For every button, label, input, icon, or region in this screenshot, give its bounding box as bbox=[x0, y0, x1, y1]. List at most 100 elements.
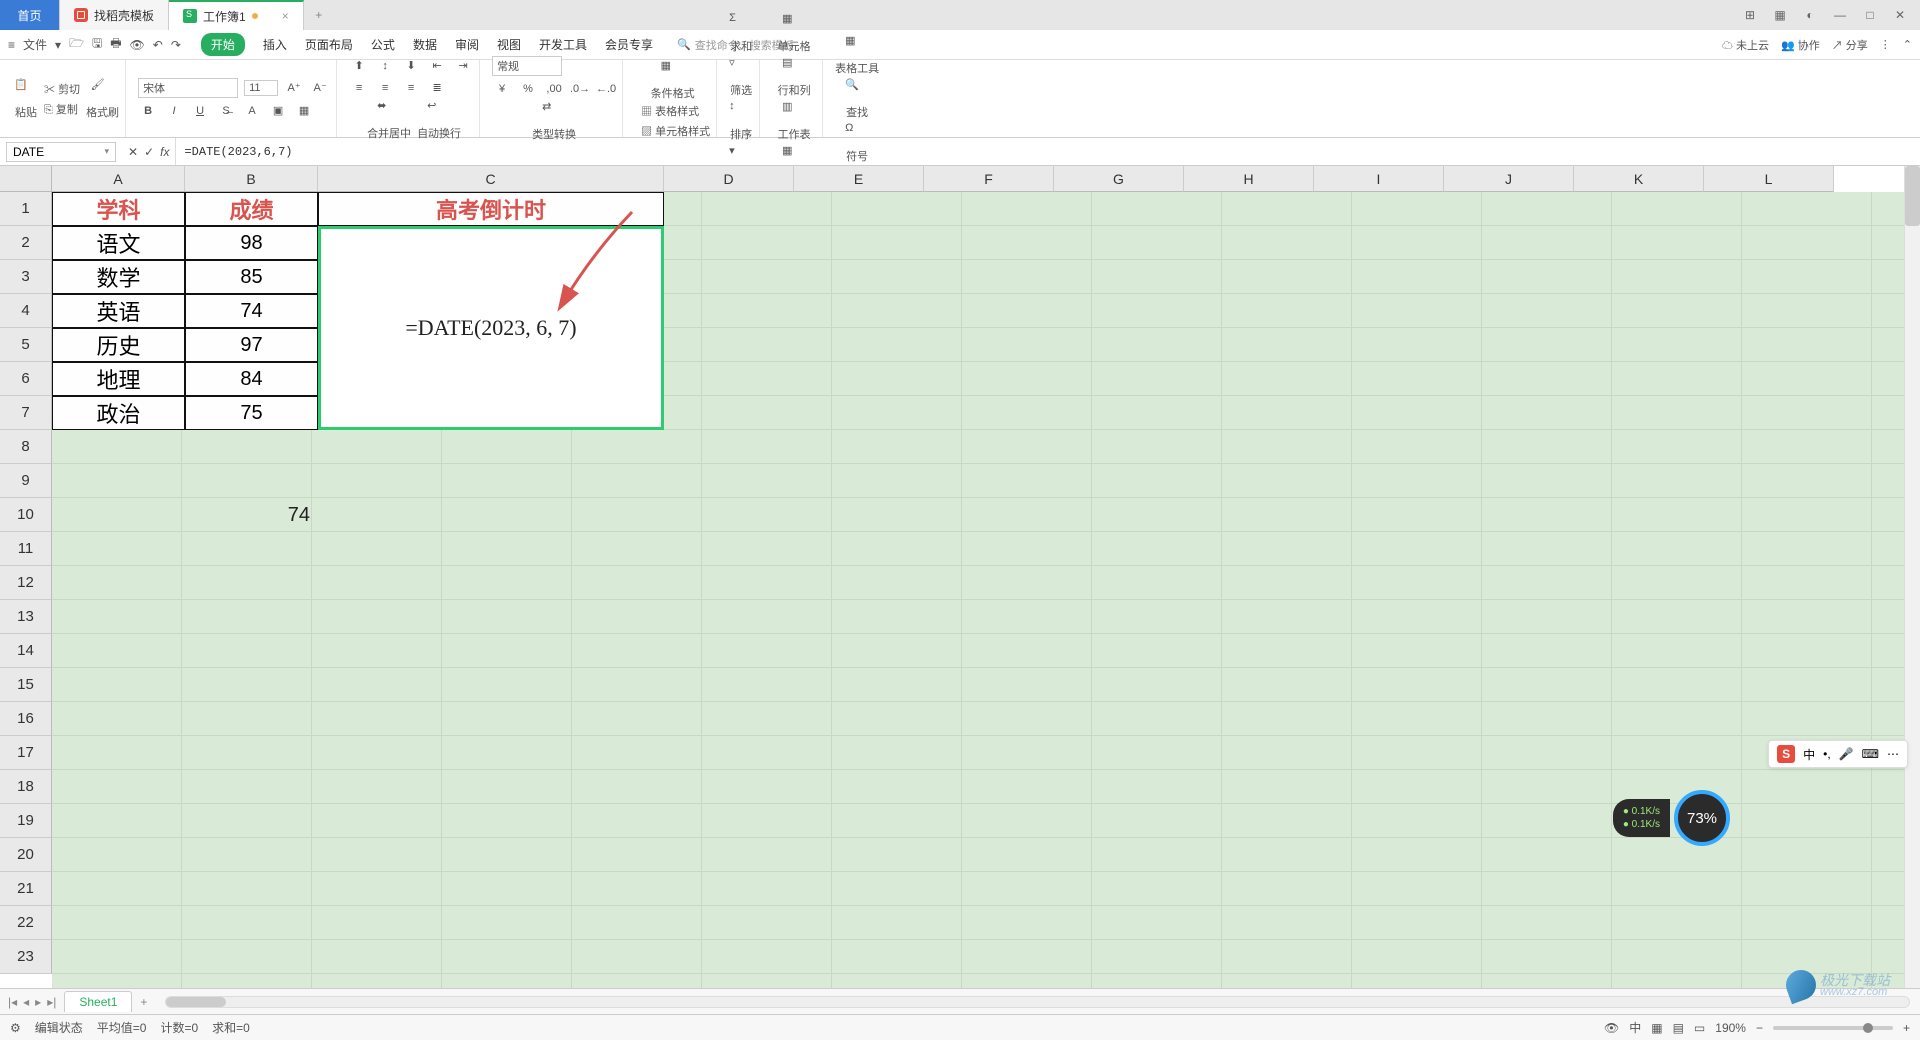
align-middle-icon[interactable]: ↕ bbox=[375, 57, 395, 75]
row-header[interactable]: 3 bbox=[0, 260, 52, 294]
window-close[interactable]: ✕ bbox=[1890, 8, 1910, 22]
col-header[interactable]: F bbox=[924, 166, 1054, 192]
comma-icon[interactable]: ,00 bbox=[544, 80, 564, 98]
table-tools-button[interactable]: ▦表格工具 bbox=[835, 34, 879, 76]
italic-button[interactable]: I bbox=[164, 102, 184, 120]
cell-a5[interactable]: 历史 bbox=[52, 328, 185, 362]
share-button[interactable]: ↗ 分享 bbox=[1832, 37, 1868, 53]
cell-a7[interactable]: 政治 bbox=[52, 396, 185, 430]
ribbon-tab[interactable]: 审阅 bbox=[455, 36, 479, 53]
performance-widget[interactable]: ● 0.1K/s ● 0.1K/s 73% bbox=[1613, 790, 1730, 846]
window-minimize[interactable]: — bbox=[1830, 8, 1850, 22]
col-header[interactable]: B bbox=[185, 166, 318, 192]
row-header[interactable]: 12 bbox=[0, 566, 52, 600]
col-header[interactable]: L bbox=[1704, 166, 1834, 192]
editing-cell[interactable]: =DATE(2023, 6, 7) bbox=[318, 226, 664, 430]
filter-button[interactable]: ▿筛选 bbox=[729, 56, 753, 98]
layout-icon[interactable]: ⊞ bbox=[1740, 8, 1760, 22]
paste-button[interactable]: 📋 粘贴 bbox=[14, 78, 38, 120]
sheet-next-icon[interactable]: ▸ bbox=[35, 995, 41, 1009]
cell-b1[interactable]: 成绩 bbox=[185, 192, 318, 226]
apps-icon[interactable]: ▦ bbox=[1770, 8, 1790, 22]
bold-button[interactable]: B bbox=[138, 102, 158, 120]
ribbon-tab[interactable]: 页面布局 bbox=[305, 36, 353, 53]
col-header[interactable]: E bbox=[794, 166, 924, 192]
save-icon[interactable]: 🖫 bbox=[92, 34, 102, 55]
tab-workbook[interactable]: 工作簿1 × bbox=[169, 0, 304, 30]
name-box[interactable]: DATE ▾ bbox=[6, 142, 116, 162]
decimal-inc-icon[interactable]: .0→ bbox=[570, 80, 590, 98]
increase-font-icon[interactable]: A⁺ bbox=[284, 79, 304, 97]
align-top-icon[interactable]: ⬆ bbox=[349, 57, 369, 75]
row-header[interactable]: 16 bbox=[0, 702, 52, 736]
zoom-in-icon[interactable]: + bbox=[1903, 1021, 1910, 1035]
col-header[interactable]: D bbox=[664, 166, 794, 192]
cell-b7[interactable]: 75 bbox=[185, 396, 318, 430]
col-header[interactable]: K bbox=[1574, 166, 1704, 192]
ime-toolbar[interactable]: S 中 •, 🎤 ⌨ ⋯ bbox=[1768, 740, 1908, 768]
row-header[interactable]: 5 bbox=[0, 328, 52, 362]
row-header[interactable]: 4 bbox=[0, 294, 52, 328]
row-header[interactable]: 19 bbox=[0, 804, 52, 838]
formula-accept-icon[interactable]: ✓ bbox=[144, 145, 154, 159]
hscroll-thumb[interactable] bbox=[166, 997, 226, 1007]
percent-icon[interactable]: % bbox=[518, 80, 538, 98]
menu-hamburger-icon[interactable]: ≡ bbox=[8, 38, 15, 52]
zoom-slider[interactable] bbox=[1773, 1026, 1893, 1030]
row-header[interactable]: 11 bbox=[0, 532, 52, 566]
format-painter-button[interactable]: 🖌 格式刷 bbox=[86, 78, 119, 120]
row-header[interactable]: 1 bbox=[0, 192, 52, 226]
view-normal-icon[interactable]: ▦ bbox=[1651, 1021, 1662, 1035]
col-header[interactable]: J bbox=[1444, 166, 1574, 192]
row-header[interactable]: 15 bbox=[0, 668, 52, 702]
cell-c1[interactable]: 高考倒计时 bbox=[318, 192, 664, 226]
ribbon-tab[interactable]: 公式 bbox=[371, 36, 395, 53]
ime-keyboard-icon[interactable]: ⌨ bbox=[1862, 747, 1879, 761]
cut-button[interactable]: ✂ 剪切 bbox=[44, 81, 80, 97]
strike-button[interactable]: S̶ bbox=[216, 102, 236, 120]
cell-b4[interactable]: 74 bbox=[185, 294, 318, 328]
find-button[interactable]: 🔍查找 bbox=[845, 78, 869, 120]
print-preview-icon[interactable]: 👁 bbox=[130, 38, 145, 52]
collab-button[interactable]: 👥 协作 bbox=[1781, 37, 1820, 53]
sheet-last-icon[interactable]: ▸| bbox=[47, 995, 56, 1009]
grid[interactable]: 学科成绩高考倒计时语文98数学85英语74历史97地理84政治75=DATE(2… bbox=[52, 192, 1920, 988]
ime-punct[interactable]: •, bbox=[1823, 747, 1831, 761]
ribbon-tab[interactable]: 视图 bbox=[497, 36, 521, 53]
cells-button[interactable]: ▦单元格 bbox=[778, 12, 811, 54]
sheet-prev-icon[interactable]: ◂ bbox=[23, 995, 29, 1009]
font-name-select[interactable]: 宋体 bbox=[138, 78, 238, 98]
row-header[interactable]: 6 bbox=[0, 362, 52, 396]
vscroll-thumb[interactable] bbox=[1905, 166, 1920, 226]
border-button[interactable]: ▦ bbox=[294, 102, 314, 120]
view-break-icon[interactable]: ▭ bbox=[1694, 1021, 1705, 1035]
cell-a4[interactable]: 英语 bbox=[52, 294, 185, 328]
window-maximize[interactable]: □ bbox=[1860, 8, 1880, 22]
merge-center-button[interactable]: ⬌合并居中 bbox=[367, 99, 411, 141]
align-center-icon[interactable]: ≡ bbox=[375, 79, 395, 97]
cell-b2[interactable]: 98 bbox=[185, 226, 318, 260]
ime-mic-icon[interactable]: 🎤 bbox=[1839, 747, 1854, 761]
cell-b3[interactable]: 85 bbox=[185, 260, 318, 294]
row-header[interactable]: 23 bbox=[0, 940, 52, 974]
row-header[interactable]: 2 bbox=[0, 226, 52, 260]
row-header[interactable]: 17 bbox=[0, 736, 52, 770]
decrease-font-icon[interactable]: A⁻ bbox=[310, 79, 330, 97]
cell-a2[interactable]: 语文 bbox=[52, 226, 185, 260]
sum-button[interactable]: Σ求和 bbox=[729, 12, 753, 54]
ribbon-tab[interactable]: 开始 bbox=[201, 33, 245, 56]
align-bottom-icon[interactable]: ⬇ bbox=[401, 57, 421, 75]
row-header[interactable]: 20 bbox=[0, 838, 52, 872]
align-left-icon[interactable]: ≡ bbox=[349, 79, 369, 97]
zoom-value[interactable]: 190% bbox=[1715, 1021, 1746, 1035]
justify-icon[interactable]: ≣ bbox=[427, 79, 447, 97]
name-box-dropdown-icon[interactable]: ▾ bbox=[104, 146, 109, 157]
print-icon[interactable]: 🖶 bbox=[110, 34, 121, 55]
cell-b5[interactable]: 97 bbox=[185, 328, 318, 362]
cell-b10[interactable]: 74 bbox=[185, 498, 318, 532]
sheet-tab-sheet1[interactable]: Sheet1 bbox=[64, 991, 132, 1012]
cell-style-button[interactable]: ▨ 单元格样式 bbox=[641, 123, 710, 139]
sheet-add[interactable]: + bbox=[132, 995, 155, 1009]
sheet-first-icon[interactable]: |◂ bbox=[8, 995, 17, 1009]
row-header[interactable]: 13 bbox=[0, 600, 52, 634]
